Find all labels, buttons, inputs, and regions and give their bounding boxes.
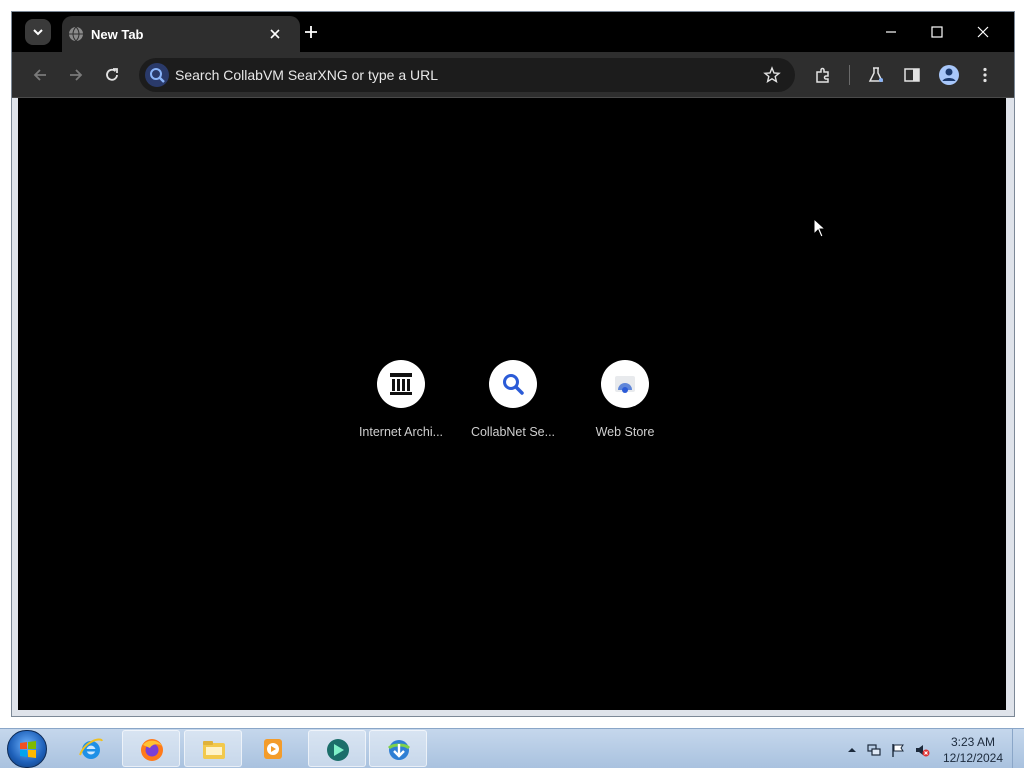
tab-search-button[interactable] bbox=[25, 19, 51, 45]
archive-building-icon bbox=[377, 360, 425, 408]
magnifier-icon bbox=[489, 360, 537, 408]
taskbar: 3:23 AM 12/12/2024 bbox=[0, 728, 1024, 768]
web-store-icon bbox=[601, 360, 649, 408]
system-clock[interactable]: 3:23 AM 12/12/2024 bbox=[936, 734, 1010, 766]
close-tab-icon[interactable] bbox=[267, 26, 283, 42]
extensions-puzzle-icon[interactable] bbox=[814, 66, 832, 84]
tab-strip: New Tab bbox=[12, 12, 1014, 52]
mouse-cursor-icon bbox=[813, 218, 827, 238]
clock-time: 3:23 AM bbox=[950, 735, 996, 749]
side-panel-icon[interactable] bbox=[903, 66, 921, 84]
toolbar-divider bbox=[849, 65, 850, 85]
browser-toolbar: Search CollabVM SearXNG or type a URL bbox=[12, 52, 1014, 98]
omnibox[interactable]: Search CollabVM SearXNG or type a URL bbox=[139, 58, 795, 92]
back-arrow-icon[interactable] bbox=[31, 66, 49, 84]
file-explorer-icon bbox=[203, 741, 225, 759]
windows-logo-icon bbox=[20, 741, 36, 758]
download-manager-icon bbox=[387, 740, 411, 760]
taskbar-app[interactable] bbox=[308, 730, 366, 767]
clock-date: 12/12/2024 bbox=[942, 751, 1004, 765]
desktop-background bbox=[0, 0, 11, 728]
search-engine-icon bbox=[145, 63, 169, 87]
reload-icon[interactable] bbox=[103, 66, 121, 84]
new-tab-plus-icon[interactable] bbox=[302, 23, 320, 41]
profile-avatar-icon[interactable] bbox=[938, 64, 960, 86]
taskbar-download-manager[interactable] bbox=[369, 730, 427, 767]
close-window-icon[interactable] bbox=[974, 23, 992, 41]
media-player-icon bbox=[264, 739, 282, 759]
omnibox-placeholder: Search CollabVM SearXNG or type a URL bbox=[175, 67, 438, 83]
network-icon[interactable] bbox=[866, 742, 882, 758]
taskbar-file-explorer[interactable] bbox=[184, 730, 242, 767]
show-desktop-button[interactable] bbox=[1012, 729, 1024, 768]
start-button[interactable] bbox=[7, 730, 47, 768]
volume-muted-icon[interactable] bbox=[914, 742, 930, 758]
bookmark-star-icon[interactable] bbox=[763, 66, 781, 84]
globe-icon bbox=[69, 26, 83, 42]
labs-flask-icon[interactable] bbox=[867, 66, 885, 84]
menu-kebab-icon[interactable] bbox=[976, 66, 994, 84]
internet-explorer-icon bbox=[79, 738, 103, 759]
shortcut-web-store[interactable]: Web Store bbox=[569, 360, 681, 450]
action-center-flag-icon[interactable] bbox=[890, 742, 906, 758]
taskbar-firefox[interactable] bbox=[122, 730, 180, 767]
maximize-icon[interactable] bbox=[928, 23, 946, 41]
tab-title: New Tab bbox=[91, 27, 144, 42]
taskbar-internet-explorer[interactable] bbox=[62, 730, 120, 767]
tab-new-tab[interactable]: New Tab bbox=[62, 16, 300, 52]
browser-window: New Tab Search CollabVM SearXNG or type … bbox=[11, 11, 1015, 717]
shortcut-label: Web Store bbox=[595, 425, 655, 439]
app-icon bbox=[327, 739, 349, 761]
taskbar-media-player[interactable] bbox=[244, 730, 302, 767]
chevron-down-icon bbox=[33, 29, 43, 36]
shortcut-collabnet-search[interactable]: CollabNet Se... bbox=[457, 360, 569, 450]
new-tab-page: Internet Archi... CollabNet Se... Web St… bbox=[18, 98, 1006, 710]
shortcut-label: CollabNet Se... bbox=[470, 425, 556, 439]
minimize-icon[interactable] bbox=[882, 23, 900, 41]
forward-arrow-icon[interactable] bbox=[67, 66, 85, 84]
shortcut-internet-archive[interactable]: Internet Archi... bbox=[345, 360, 457, 450]
firefox-icon bbox=[141, 739, 163, 761]
shortcut-label: Internet Archi... bbox=[358, 425, 444, 439]
show-hidden-icons-icon[interactable] bbox=[844, 742, 860, 758]
